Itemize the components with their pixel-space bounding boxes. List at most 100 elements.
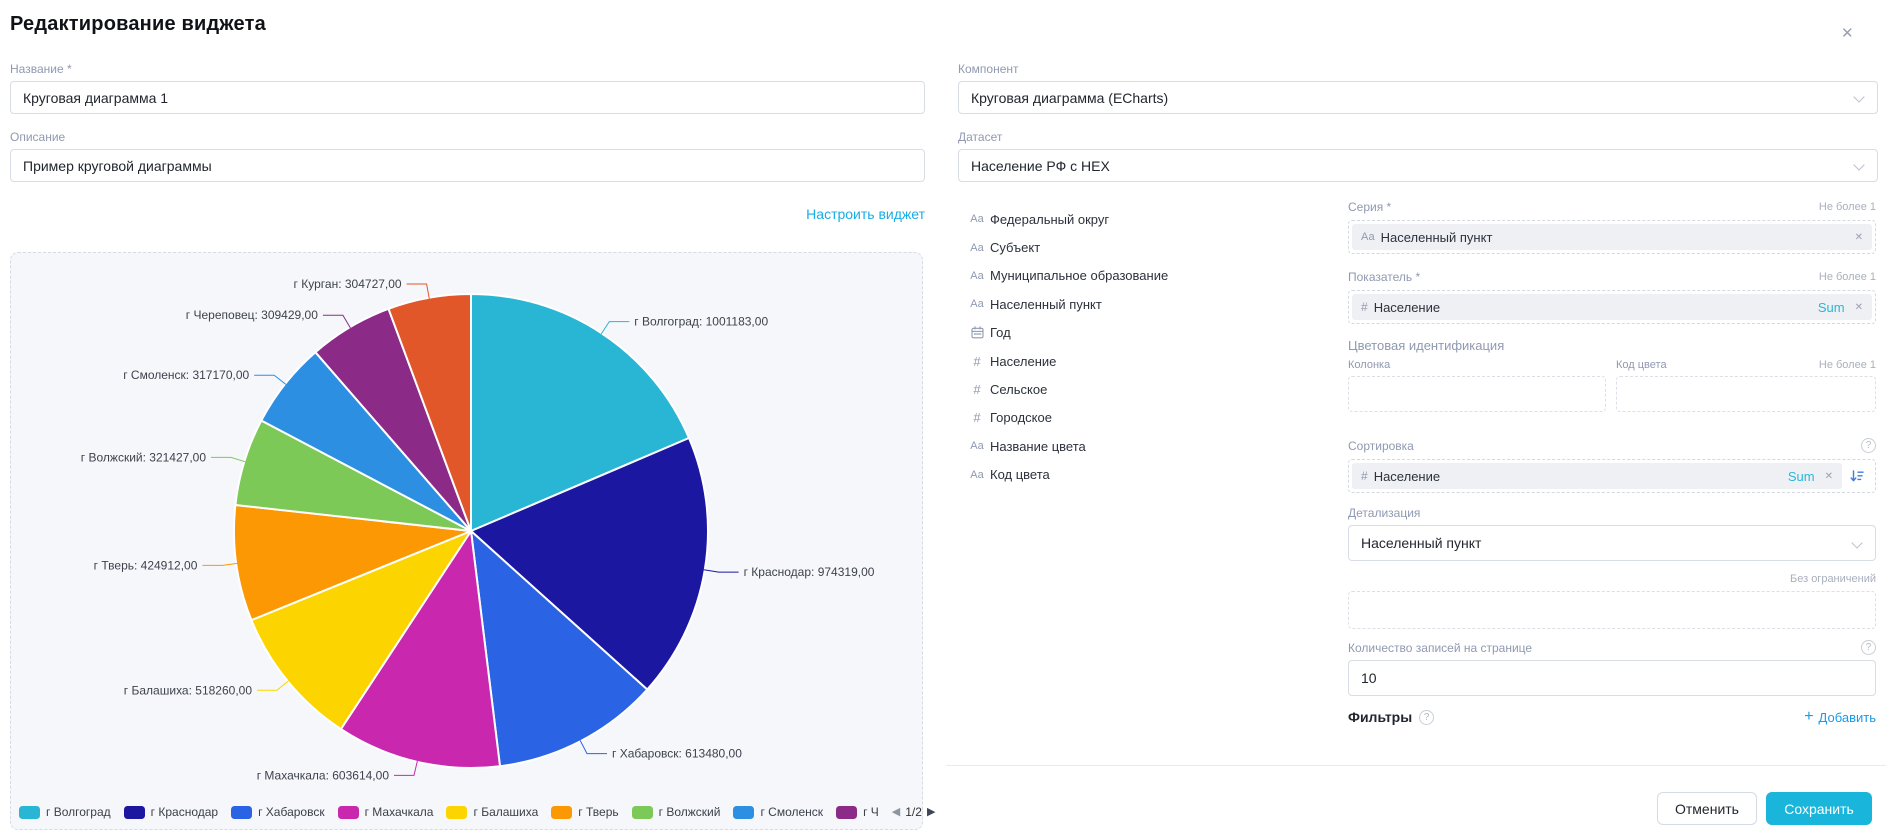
component-select[interactable]: Круговая диаграмма (ECharts) bbox=[958, 81, 1878, 114]
legend-label: г Смоленск bbox=[760, 805, 823, 819]
legend-item[interactable]: г Ч bbox=[836, 805, 879, 819]
dataset-field-item[interactable]: АаФедеральный округ bbox=[966, 205, 1266, 233]
dataset-field-item[interactable]: #Население bbox=[966, 347, 1266, 375]
Aa-icon: Аа bbox=[966, 242, 988, 254]
dataset-field-item[interactable]: Год bbox=[966, 319, 1266, 347]
Aa-icon: Аа bbox=[966, 270, 988, 282]
sorting-chip[interactable]: # Население Sum ✕ bbox=[1352, 463, 1842, 489]
detail-select[interactable]: Населенный пункт bbox=[1348, 525, 1876, 561]
hash-icon: # bbox=[966, 382, 988, 397]
remove-icon[interactable]: ✕ bbox=[1825, 471, 1833, 482]
save-button[interactable]: Сохранить bbox=[1766, 792, 1872, 825]
name-input[interactable] bbox=[10, 81, 925, 114]
indicator-limit-label: Не более 1 bbox=[1819, 271, 1876, 283]
dataset-field-label: Населенный пункт bbox=[990, 297, 1102, 312]
color-code-dropzone[interactable] bbox=[1616, 376, 1876, 412]
legend-item[interactable]: г Балашиха bbox=[446, 805, 538, 819]
series-chip[interactable]: Аа Населенный пункт ✕ bbox=[1352, 224, 1872, 250]
series-group: Серия * Не более 1 Аа Населенный пункт ✕ bbox=[1348, 199, 1876, 254]
help-icon[interactable]: ? bbox=[1419, 710, 1434, 725]
pie-label: г Волжский: 321427,00 bbox=[81, 450, 207, 464]
color-column-dropzone[interactable] bbox=[1348, 376, 1606, 412]
help-icon[interactable]: ? bbox=[1861, 640, 1876, 655]
page-size-label: Количество записей на странице bbox=[1348, 641, 1532, 655]
dataset-field-group: Датасет Население РФ с HEX bbox=[958, 130, 1878, 182]
add-filter-button[interactable]: + Добавить bbox=[1804, 709, 1876, 725]
legend-item[interactable]: г Краснодар bbox=[124, 805, 218, 819]
cancel-button[interactable]: Отменить bbox=[1657, 792, 1757, 825]
help-icon[interactable]: ? bbox=[1861, 438, 1876, 453]
close-icon[interactable]: ✕ bbox=[1841, 24, 1854, 42]
pie-label-line bbox=[394, 761, 417, 776]
pie-label-line bbox=[202, 563, 237, 565]
dataset-field-item[interactable]: АаКод цвета bbox=[966, 461, 1266, 489]
remove-icon[interactable]: ✕ bbox=[1855, 302, 1863, 313]
sort-descending-icon[interactable] bbox=[1842, 463, 1872, 489]
legend-label: г Тверь bbox=[578, 805, 618, 819]
legend-prev-icon[interactable]: ◀ bbox=[892, 807, 900, 818]
legend-swatch bbox=[338, 806, 359, 819]
legend-swatch bbox=[836, 806, 857, 819]
legend-item[interactable]: г Волгоград bbox=[19, 805, 111, 819]
legend-swatch bbox=[733, 806, 754, 819]
legend-item[interactable]: г Хабаровск bbox=[231, 805, 325, 819]
dataset-field-item[interactable]: #Сельское bbox=[966, 375, 1266, 403]
color-code-label: Код цвета bbox=[1616, 359, 1667, 371]
indicator-dropzone[interactable]: # Население Sum ✕ bbox=[1348, 290, 1876, 324]
page-size-input[interactable] bbox=[1348, 660, 1876, 696]
indicator-chip[interactable]: # Население Sum ✕ bbox=[1352, 294, 1872, 320]
pie-label: г Волгоград: 1001183,00 bbox=[634, 315, 768, 329]
legend-swatch bbox=[446, 806, 467, 819]
dataset-field-label: Год bbox=[990, 325, 1011, 340]
name-label: Название * bbox=[10, 62, 925, 76]
configure-widget-link[interactable]: Настроить виджет bbox=[806, 206, 925, 222]
aggregation-badge[interactable]: Sum bbox=[1818, 300, 1845, 315]
Aa-icon: Аа bbox=[1361, 231, 1375, 243]
dataset-field-label: Сельское bbox=[990, 382, 1047, 397]
pie-label: г Череповец: 309429,00 bbox=[186, 308, 318, 322]
description-field-group: Описание bbox=[10, 130, 925, 182]
dataset-field-item[interactable]: АаНазвание цвета bbox=[966, 432, 1266, 460]
hash-icon: # bbox=[966, 354, 988, 369]
footer-divider bbox=[946, 765, 1886, 766]
sorting-label: Сортировка bbox=[1348, 439, 1414, 453]
legend-item[interactable]: г Махачкала bbox=[338, 805, 434, 819]
legend-items: г Волгоград г Краснодар г Хабаровск г Махач… bbox=[19, 805, 892, 819]
remove-icon[interactable]: ✕ bbox=[1855, 232, 1863, 243]
page-size-group: Количество записей на странице ? bbox=[1348, 640, 1876, 696]
legend-label: г Волжский bbox=[659, 805, 721, 819]
legend-next-icon[interactable]: ▶ bbox=[927, 807, 935, 818]
hash-icon: # bbox=[1361, 469, 1368, 483]
aggregation-badge[interactable]: Sum bbox=[1788, 469, 1815, 484]
legend-item[interactable]: г Смоленск bbox=[733, 805, 823, 819]
dataset-field-item[interactable]: АаМуниципальное образование bbox=[966, 262, 1266, 290]
dataset-field-item[interactable]: #Городское bbox=[966, 404, 1266, 432]
sorting-dropzone[interactable]: # Население Sum ✕ bbox=[1348, 459, 1876, 493]
legend-label: г Волгоград bbox=[46, 805, 111, 819]
name-field-group: Название * bbox=[10, 62, 925, 114]
legend-page-indicator: 1/2 bbox=[905, 805, 922, 819]
dataset-field-label: Федеральный округ bbox=[990, 212, 1109, 227]
filters-row: Фильтры ? + Добавить bbox=[1348, 709, 1876, 725]
series-dropzone[interactable]: Аа Населенный пункт ✕ bbox=[1348, 220, 1876, 254]
dataset-field-item[interactable]: АаСубъект bbox=[966, 233, 1266, 261]
pie-label-line bbox=[704, 570, 739, 572]
Aa-icon: Аа bbox=[966, 440, 988, 452]
series-limit-label: Не более 1 bbox=[1819, 201, 1876, 213]
description-input[interactable] bbox=[10, 149, 925, 182]
dataset-field-label: Городское bbox=[990, 410, 1052, 425]
chart-preview-panel: г Волгоград: 1001183,00г Краснодар: 9743… bbox=[10, 252, 923, 830]
dataset-field-label: Код цвета bbox=[990, 467, 1050, 482]
legend-item[interactable]: г Волжский bbox=[632, 805, 721, 819]
dataset-field-item[interactable]: АаНаселенный пункт bbox=[966, 290, 1266, 318]
dataset-select[interactable]: Население РФ с HEX bbox=[958, 149, 1878, 182]
legend-pager: ◀ 1/2 ▶ bbox=[892, 805, 936, 819]
pie-label-line bbox=[580, 740, 607, 753]
pie-label-line bbox=[211, 457, 245, 461]
legend-item[interactable]: г Тверь bbox=[551, 805, 618, 819]
pie-label-line bbox=[407, 284, 430, 299]
legend-label: г Махачкала bbox=[365, 805, 434, 819]
extra-dropzone[interactable] bbox=[1348, 591, 1876, 629]
pie-label-line bbox=[323, 315, 351, 328]
dataset-field-list: АаФедеральный округАаСубъектАаМуниципаль… bbox=[966, 205, 1266, 489]
